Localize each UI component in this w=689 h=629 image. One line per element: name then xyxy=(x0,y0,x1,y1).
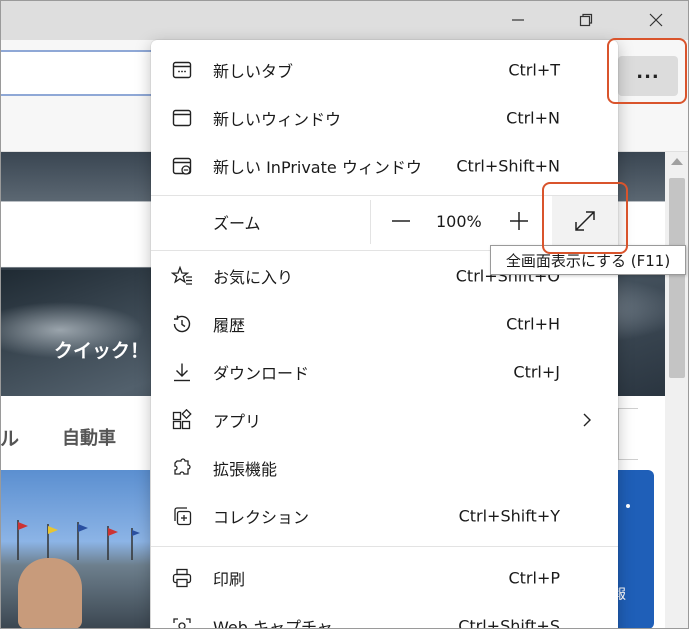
menu-item-new-tab[interactable]: 新しいタブ Ctrl+T xyxy=(151,46,618,94)
menu-item-label: 新しいタブ xyxy=(213,62,294,81)
menu-item-shortcut: Ctrl+P xyxy=(508,568,560,588)
menu-item-shortcut: Ctrl+Shift+Y xyxy=(458,506,560,526)
zoom-in-button[interactable] xyxy=(505,202,533,240)
download-icon xyxy=(171,361,193,383)
zoom-label: ズーム xyxy=(213,214,261,233)
close-button[interactable] xyxy=(636,6,676,34)
close-icon xyxy=(649,13,663,27)
menu-item-label: 新しいウィンドウ xyxy=(213,110,342,129)
menu-item-apps[interactable]: アプリ xyxy=(151,396,618,444)
highlight-fullscreen-button xyxy=(542,182,628,254)
apps-icon xyxy=(171,408,193,431)
menu-item-new-window[interactable]: 新しいウィンドウ Ctrl+N xyxy=(151,94,618,142)
new-tab-icon xyxy=(171,59,193,81)
menu-item-print[interactable]: 印刷 Ctrl+P xyxy=(151,554,618,602)
minus-icon xyxy=(392,220,410,222)
settings-menu: 新しいタブ Ctrl+T 新しいウィンドウ Ctrl+N 新しい InPriva… xyxy=(151,40,618,629)
menu-item-history[interactable]: 履歴 Ctrl+H xyxy=(151,300,618,348)
history-icon xyxy=(171,313,193,335)
menu-item-label: 拡張機能 xyxy=(213,460,278,479)
extensions-icon xyxy=(171,457,193,479)
category-item-car[interactable]: 自動車 xyxy=(62,424,116,450)
minimize-icon xyxy=(512,19,524,21)
menu-item-label: Web キャプチャ xyxy=(213,618,333,629)
web-capture-icon xyxy=(171,615,193,629)
carousel-dot xyxy=(626,504,630,508)
menu-item-label: お気に入り xyxy=(213,268,294,287)
menu-item-shortcut: Ctrl+N xyxy=(506,108,560,128)
address-bar[interactable] xyxy=(0,50,160,96)
hero-text: クイック！ xyxy=(54,340,150,362)
menu-item-extensions[interactable]: 拡張機能 xyxy=(151,444,618,492)
collections-icon xyxy=(171,505,193,527)
plus-icon xyxy=(510,212,528,230)
category-item-partial[interactable]: ル xyxy=(0,424,19,451)
menu-item-label: アプリ xyxy=(213,412,262,431)
menu-item-shortcut: Ctrl+H xyxy=(506,314,560,334)
menu-item-label: ダウンロード xyxy=(213,364,310,383)
restore-button[interactable] xyxy=(566,6,606,34)
menu-item-label: 新しい InPrivate ウィンドウ xyxy=(213,158,422,177)
menu-item-label: コレクション xyxy=(213,508,310,527)
restore-icon xyxy=(579,13,593,27)
zoom-level: 100% xyxy=(436,212,482,231)
vertical-scrollbar[interactable] xyxy=(665,152,689,629)
menu-item-downloads[interactable]: ダウンロード Ctrl+J xyxy=(151,348,618,396)
zoom-out-button[interactable] xyxy=(387,202,415,240)
flags-image xyxy=(17,520,140,560)
news-image[interactable] xyxy=(0,470,150,629)
menu-item-label: 印刷 xyxy=(213,570,246,589)
minimize-button[interactable] xyxy=(498,6,538,34)
highlight-more-button xyxy=(607,38,687,104)
favorites-icon xyxy=(170,265,193,287)
menu-item-shortcut: Ctrl+Shift+S xyxy=(458,616,560,629)
person-image xyxy=(18,558,82,629)
menu-separator xyxy=(151,546,618,547)
menu-item-label: 履歴 xyxy=(213,316,246,335)
menu-item-shortcut: Ctrl+Shift+N xyxy=(456,156,560,176)
scroll-up-arrow-icon[interactable] xyxy=(671,158,683,165)
new-window-icon xyxy=(171,107,193,129)
scroll-thumb[interactable] xyxy=(669,178,685,378)
chevron-right-icon xyxy=(583,413,591,427)
print-icon xyxy=(171,567,193,589)
page-search-box[interactable] xyxy=(618,408,638,460)
menu-item-shortcut: Ctrl+T xyxy=(508,60,560,80)
menu-item-web-capture[interactable]: Web キャプチャ Ctrl+Shift+S xyxy=(151,602,618,629)
inprivate-icon xyxy=(171,155,193,177)
zoom-divider xyxy=(370,200,371,244)
menu-item-collections[interactable]: コレクション Ctrl+Shift+Y xyxy=(151,492,618,540)
menu-item-shortcut: Ctrl+J xyxy=(513,362,560,382)
